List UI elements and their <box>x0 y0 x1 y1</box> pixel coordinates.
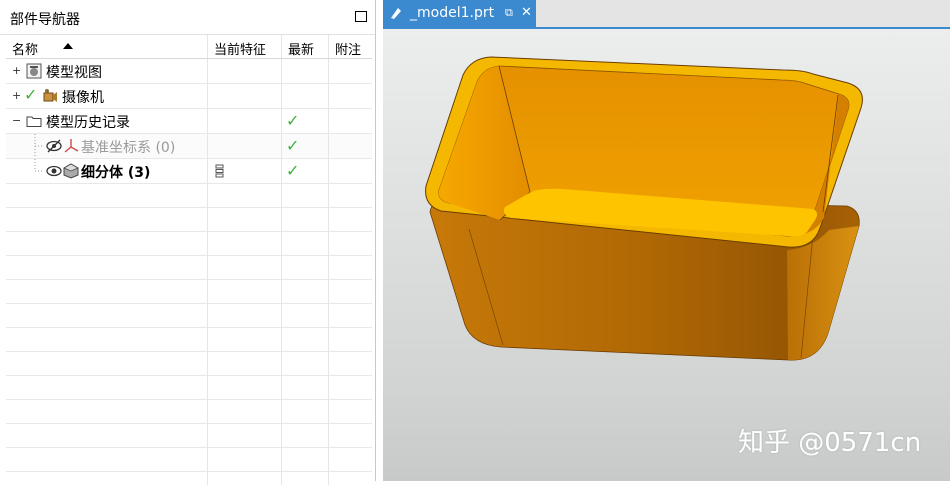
column-name[interactable]: 名称 <box>12 39 38 58</box>
datum-csys-icon <box>64 139 79 153</box>
tree-row-label: 模型历史记录 <box>46 115 130 131</box>
tree-row-subdivision-body[interactable]: 细分体 (3) ✓ <box>6 159 372 184</box>
expand-icon[interactable]: + <box>12 65 21 76</box>
tree-row-label: 基准坐标系 (0) <box>81 140 176 156</box>
latest-check-icon: ✓ <box>286 111 300 130</box>
tree-connector-icon <box>34 134 42 158</box>
expand-icon[interactable]: + <box>12 90 21 101</box>
camera-icon <box>43 89 57 102</box>
column-notes[interactable]: 附注 <box>335 39 361 58</box>
navigator-tree: 名称 当前特征 最新 附注 + 模型视图 + ✓ 摄像机 − 模型历史记录 ✓ … <box>6 35 372 485</box>
tree-row-label: 细分体 (3) <box>81 165 151 181</box>
checkmark-icon[interactable]: ✓ <box>24 85 37 104</box>
maximize-icon[interactable] <box>355 11 367 22</box>
latest-check-icon: ✓ <box>286 136 300 155</box>
tree-row-model-history[interactable]: − 模型历史记录 ✓ <box>6 109 372 134</box>
collapse-icon[interactable]: − <box>12 115 21 126</box>
graphics-viewport[interactable]: _model1.prt ⧉ ✕ 知乎 @0571cn <box>383 0 950 481</box>
navigator-header: 部件导航器 <box>0 0 375 35</box>
body-icon <box>63 163 79 179</box>
tree-row-cameras[interactable]: + ✓ 摄像机 <box>6 84 372 109</box>
column-latest[interactable]: 最新 <box>288 39 314 58</box>
hidden-eye-icon[interactable] <box>46 138 62 154</box>
sort-ascending-icon[interactable] <box>63 43 73 49</box>
tree-row-model-views[interactable]: + 模型视图 <box>6 59 372 84</box>
current-feature-icon <box>215 164 224 178</box>
model-views-icon <box>26 63 42 79</box>
tree-row-datum-csys[interactable]: 基准坐标系 (0) ✓ <box>6 134 372 159</box>
model-3d-view[interactable] <box>383 0 950 481</box>
tree-row-label: 模型视图 <box>46 65 102 81</box>
tree-row-label: 摄像机 <box>62 90 104 106</box>
tree-connector-icon <box>34 159 42 172</box>
visible-eye-icon[interactable] <box>46 163 62 179</box>
part-navigator-panel: 部件导航器 名称 当前特征 最新 附注 + 模型视图 + ✓ 摄像机 − 模型历… <box>0 0 376 485</box>
column-header-row: 名称 当前特征 最新 附注 <box>6 35 372 59</box>
folder-icon <box>26 116 42 127</box>
column-current-feature[interactable]: 当前特征 <box>214 39 266 58</box>
navigator-title: 部件导航器 <box>10 12 80 28</box>
watermark: 知乎 @0571cn <box>738 428 922 458</box>
latest-check-icon: ✓ <box>286 161 300 180</box>
empty-tree-area <box>6 184 372 485</box>
